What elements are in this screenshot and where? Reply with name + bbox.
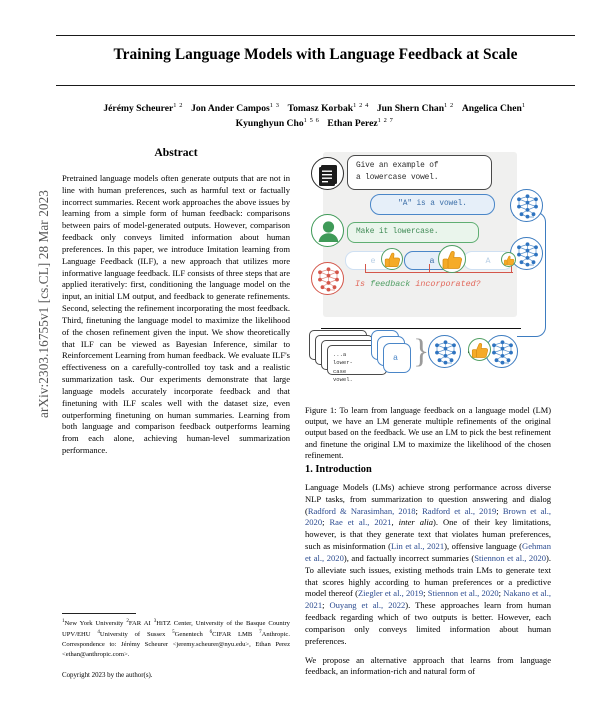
author-affiliation: 1 2 [444, 102, 454, 109]
judge-word-2: feedback [370, 279, 411, 289]
citation: Ziegler et al., 2019 [357, 588, 424, 599]
paper-page: arXiv:2303.16755v1 [cs.CL] 28 Mar 2023 T… [0, 0, 611, 720]
author-entry: Ethan Perez1 2 7 [327, 117, 394, 130]
neural-network-red-icon [311, 262, 344, 295]
footnote-affiliations: 1New York University 2FAR AI 3HiTZ Cente… [62, 618, 290, 660]
author-name: Ethan Perez [327, 118, 378, 130]
neural-network-icon [510, 189, 543, 222]
copyright-notice: Copyright 2023 by the author(s). [62, 672, 153, 679]
author-entry: Jon Ander Campos1 3 [191, 102, 280, 115]
left-column: Abstract Pretrained language models ofte… [62, 146, 290, 464]
footnote-part: University of Sussex [99, 631, 173, 639]
author-entry: Kyunghyun Cho1 5 6 [235, 117, 320, 130]
author-name: Jérémy Scheurer [103, 103, 174, 115]
citation: Radford et al., 2019 [422, 505, 497, 516]
intro-text: , [391, 517, 399, 528]
feedback-loop-path [517, 212, 546, 337]
abstract-text: Pretrained language models often generat… [62, 173, 290, 456]
figure-1: Give an example of a lowercase vowel. "A… [305, 152, 551, 392]
citation: Ouyang et al., 2022 [329, 600, 406, 611]
prompt-bubble: Give an example of a lowercase vowel. [347, 155, 492, 190]
abstract-heading: Abstract [154, 146, 198, 159]
author-affiliation: 1 [521, 102, 526, 109]
footnote-part: Genentech [174, 631, 210, 639]
judge-word-1: Is [355, 279, 366, 289]
neural-network-icon [428, 335, 461, 368]
author-entry: Angelica Chen1 [461, 102, 526, 115]
prompt-line-2: a lowercase vowel. [356, 173, 439, 182]
figure-caption-label: Figure 1: [305, 406, 337, 415]
human-feedback-bubble: Make it lowercase. [347, 222, 479, 243]
footnote-part: CIFAR LMB [212, 631, 260, 639]
author-entry: Jun Shern Chan1 2 [376, 102, 454, 115]
author-affiliation: 1 2 4 [353, 102, 369, 109]
author-affiliation: 1 5 6 [303, 117, 320, 125]
author-entry: Tomasz Korbak1 2 4 [287, 102, 369, 115]
citation: Lin et al., 2021 [390, 541, 445, 552]
author-name: Jun Shern Chan [376, 103, 445, 115]
lm-output-bubble: "A" is a vowel. [370, 194, 495, 215]
person-icon [311, 214, 344, 247]
section-heading-introduction: 1. Introduction [305, 464, 372, 475]
title-rule-top [56, 35, 575, 36]
inter-alia: inter alia [398, 517, 434, 528]
intro-paragraph-1: Language Models (LMs) achieve strong per… [305, 482, 551, 648]
author-affiliation: 1 2 7 [377, 117, 394, 125]
document-icon [311, 157, 344, 190]
grouping-brace: } [413, 333, 430, 370]
author-name: Jon Ander Campos [191, 103, 270, 115]
citation: Radford & Narasimhan, 2018 [307, 505, 416, 516]
stack-label-line-2: case vowel. [333, 367, 353, 383]
author-name: Tomasz Korbak [287, 103, 354, 115]
author-list: Jérémy Scheurer1 2 Jon Ander Campos1 3 Tom… [58, 101, 571, 131]
author-affiliation: 1 3 [269, 102, 280, 109]
author-name: Kyunghyun Cho [235, 118, 304, 130]
intro-text: ), offensive language ( [444, 541, 523, 552]
thumbs-up-icon [438, 245, 466, 273]
judge-word-3: incorporated? [415, 279, 481, 289]
citation: Stiennon et al., 2020 [427, 588, 499, 599]
right-column: 1. Introduction Language Models (LMs) ac… [305, 452, 551, 685]
stack-label-line-1: ...a lower- [333, 351, 353, 367]
thumbs-up-icon [468, 338, 491, 361]
footnote-part: FAR AI [128, 620, 154, 628]
judge-question: Is feedback incorporated? [355, 279, 481, 289]
thumbs-up-icon [381, 248, 403, 270]
arxiv-stamp: arXiv:2303.16755v1 [cs.CL] 28 Mar 2023 [36, 190, 51, 418]
footnote-rule [62, 613, 136, 614]
author-entry: Jérémy Scheurer1 2 [103, 102, 184, 115]
author-affiliation: 1 2 [173, 102, 184, 109]
stack-card-label: ...a lower- case vowel. [333, 351, 353, 384]
citation: Rae et al., 2021 [329, 517, 392, 528]
page-title: Training Language Models with Language F… [113, 46, 518, 63]
citation: Stiennon et al., 2020 [474, 552, 547, 563]
author-name: Angelica Chen [461, 103, 522, 115]
footnote-part: New York University [64, 620, 127, 628]
thumbs-up-icon [501, 252, 516, 267]
title-rule-bottom [56, 85, 575, 86]
intro-paragraph-2: We propose an alternative approach that … [305, 654, 551, 677]
intro-text: ), and factually incorrect summaries ( [343, 552, 475, 563]
stack-chip-label: a [393, 353, 399, 363]
prompt-line-1: Give an example of [356, 162, 439, 171]
